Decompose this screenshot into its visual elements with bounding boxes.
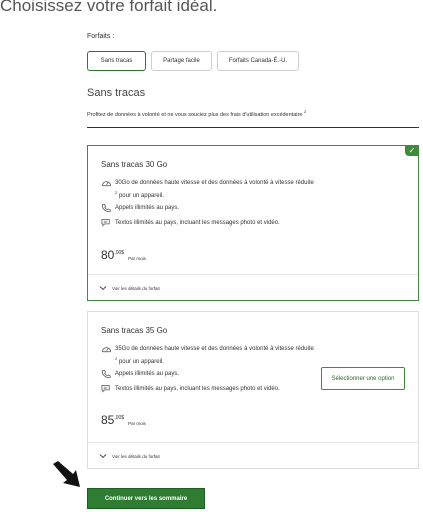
- plan-details-link[interactable]: Voir les détails du forfait: [99, 453, 160, 459]
- plan-feature-calls: Appels illimités au pays.: [101, 369, 315, 379]
- tab-sans-tracas[interactable]: Sans tracas: [87, 51, 146, 71]
- check-icon: ✓: [405, 145, 419, 156]
- price-period: Par mois: [128, 256, 146, 261]
- plan-feature-texts: Textos illimités au pays, incluant les m…: [101, 384, 315, 394]
- footnote-ref[interactable]: 2: [304, 109, 306, 114]
- plan-feature-data-text-after: pour un appareil.: [118, 359, 164, 365]
- phone-icon: [102, 369, 111, 379]
- phone-icon: [102, 203, 111, 213]
- price-cents: ,00$: [114, 415, 125, 421]
- plan-card-35go[interactable]: Sans tracas 35 Go 35Go de données haute …: [87, 311, 419, 469]
- plan-feature-text: 30Go de données haute vitesse et des don…: [115, 178, 315, 201]
- plan-feature-data: 30Go de données haute vitesse et des don…: [101, 178, 315, 201]
- section-divider: [87, 127, 419, 128]
- plan-details-label: Voir les détails du forfait: [112, 285, 160, 291]
- footnote-ref[interactable]: 2: [115, 190, 117, 195]
- plan-feature-data-text: 30Go de données haute vitesse et des don…: [115, 180, 314, 186]
- pointer-arrow-icon: [53, 461, 80, 487]
- plan-feature-data-text-after: pour un appareil.: [118, 193, 164, 199]
- card-divider: [88, 274, 418, 275]
- plan-details-link[interactable]: Voir les détails du forfait: [99, 285, 160, 291]
- plan-feature-text: Textos illimités au pays, incluant les m…: [115, 220, 280, 226]
- price-dollars: 80: [101, 248, 115, 262]
- price-dollars: 85: [101, 413, 115, 427]
- forfaits-label: Forfaits :: [87, 33, 115, 40]
- chat-bubble-icon: [101, 218, 110, 227]
- section-title: Sans tracas: [87, 87, 146, 99]
- continue-button[interactable]: Continuer vers les sommaire: [87, 488, 205, 509]
- chevron-down-icon: [99, 286, 107, 291]
- section-description-text: Profitez de données à volonté et ne vous…: [87, 111, 303, 118]
- plan-name: Sans tracas 30 Go: [101, 160, 168, 169]
- plan-feature-text: Appels illimités au pays.: [115, 371, 180, 377]
- plan-name: Sans tracas 35 Go: [101, 326, 168, 335]
- plan-card-30go[interactable]: ✓ Sans tracas 30 Go 30Go de données haut…: [87, 145, 419, 301]
- plan-feature-texts: Textos illimités au pays, incluant les m…: [101, 218, 315, 228]
- plan-details-label: Voir les détails du forfait: [112, 453, 160, 459]
- select-option-button[interactable]: Sélectionner une option: [321, 367, 405, 390]
- page-title: Choisissez votre forfait idéal.: [0, 0, 218, 15]
- speed-gauge-icon: [101, 181, 112, 187]
- card-divider: [88, 442, 418, 443]
- plan-feature-text: Textos illimités au pays, incluant les m…: [115, 386, 280, 392]
- plan-price: 80 ,00$ Par mois: [101, 248, 146, 262]
- speed-gauge-icon: [101, 347, 112, 353]
- price-period: Par mois: [128, 421, 146, 426]
- plan-feature-data-text: 35Go de données haute vitesse et des don…: [115, 346, 314, 352]
- plan-feature-text: Appels illimités au pays.: [115, 205, 180, 211]
- footnote-ref[interactable]: 2: [115, 356, 117, 361]
- plan-feature-data: 35Go de données haute vitesse et des don…: [101, 344, 315, 367]
- tab-partage-facile[interactable]: Partage facile: [151, 51, 212, 71]
- chat-bubble-icon: [101, 384, 110, 393]
- price-cents: ,00$: [114, 250, 125, 256]
- tab-forfaits-canada-eu[interactable]: Forfaits Canada-É.-U.: [217, 51, 299, 71]
- plan-feature-text: 35Go de données haute vitesse et des don…: [115, 344, 315, 367]
- section-description: Profitez de données à volonté et ne vous…: [87, 109, 306, 118]
- plan-price: 85 ,00$ Par mois: [101, 413, 146, 427]
- plan-feature-calls: Appels illimités au pays.: [101, 203, 315, 213]
- chevron-down-icon: [99, 454, 107, 459]
